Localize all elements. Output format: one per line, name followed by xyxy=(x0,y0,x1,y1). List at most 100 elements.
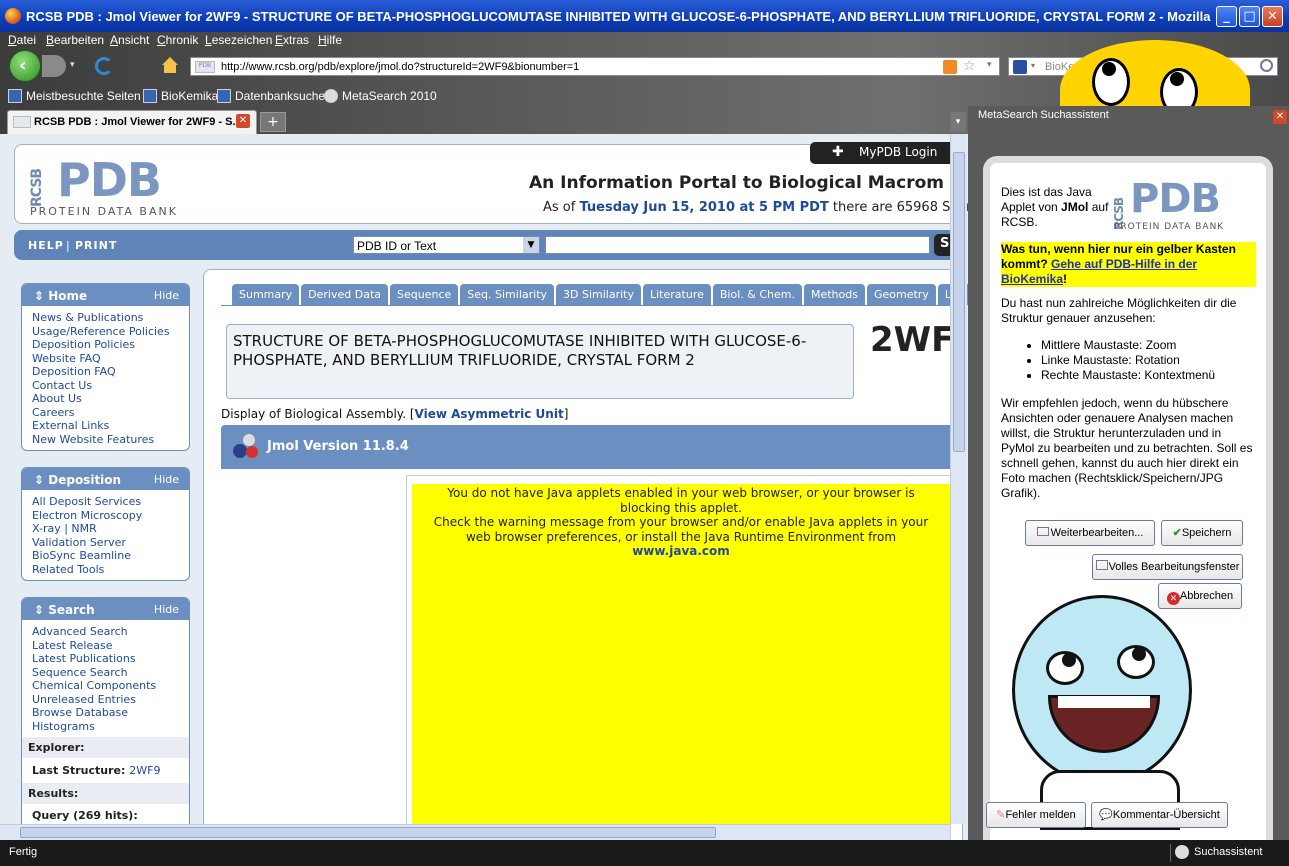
comments-overview-button[interactable]: 💬Kommentar-Übersicht xyxy=(1091,802,1228,828)
nav-link[interactable]: All Deposit Services xyxy=(32,495,189,509)
status-assistant[interactable]: Suchassistent xyxy=(1194,846,1262,858)
last-structure-link[interactable]: 2WF9 xyxy=(129,764,160,777)
bookmark-star-icon[interactable]: ☆ xyxy=(963,58,976,74)
bookmark-meistbesuchte[interactable]: Meistbesuchte Seiten xyxy=(8,89,141,103)
panel-intro-line: Dies ist das Java xyxy=(1001,185,1092,199)
nav-link[interactable]: Website FAQ xyxy=(32,352,189,366)
url-text: http://www.rcsb.org/pdb/explore/jmol.do?… xyxy=(221,61,580,73)
nav-link[interactable]: Sequence Search xyxy=(32,666,189,680)
search-engine-icon[interactable] xyxy=(1013,60,1027,74)
history-dropdown-icon[interactable]: ▾ xyxy=(70,60,80,70)
browser-tab[interactable]: RCSB PDB : Jmol Viewer for 2WF9 - S... ✕ xyxy=(7,110,257,134)
search-type-select[interactable]: PDB ID or Text ▼ xyxy=(353,236,540,254)
home-hide-link[interactable]: Hide xyxy=(154,289,179,302)
tab-3d-similarity[interactable]: 3D Similarity xyxy=(556,284,641,305)
horizontal-scroll-thumb[interactable] xyxy=(20,827,716,838)
checkmark-icon: ✔ xyxy=(1172,527,1182,539)
tab-sequence[interactable]: Sequence xyxy=(390,284,459,305)
full-editor-button[interactable]: Volles Bearbeitungsfenster xyxy=(1092,554,1243,580)
url-dropdown-icon[interactable]: ▾ xyxy=(987,60,992,70)
bookmark-page-icon xyxy=(217,89,231,103)
assistant-smiley-icon[interactable] xyxy=(1175,845,1189,859)
panel-mouse-list: Mittlere Maustaste: Zoom Linke Maustaste… xyxy=(1041,338,1261,383)
structure-title: STRUCTURE OF BETA-PHOSPHOGLUCOMUTASE INH… xyxy=(226,324,854,399)
panel-intro: Dies ist das Java Applet von JMol auf RC… xyxy=(1001,185,1111,230)
new-tab-button[interactable]: + xyxy=(260,112,286,132)
tab-seq-similarity[interactable]: Seq. Similarity xyxy=(460,284,555,305)
nav-link[interactable]: Unreleased Entries xyxy=(32,693,189,707)
nav-link[interactable]: Contact Us xyxy=(32,379,189,393)
tab-geometry[interactable]: Geometry xyxy=(866,284,936,305)
nav-link[interactable]: Advanced Search xyxy=(32,625,189,639)
nav-link[interactable]: Deposition Policies xyxy=(32,338,189,352)
nav-link[interactable]: Histograms xyxy=(32,720,189,734)
nav-link[interactable]: Validation Server xyxy=(32,536,189,550)
nav-link[interactable]: BioSync Beamline xyxy=(32,549,189,563)
nav-link[interactable]: X-ray | NMR xyxy=(32,522,189,536)
sidebar-close-icon[interactable]: ✕ xyxy=(1273,110,1287,124)
tab-biol-chem[interactable]: Biol. & Chem. xyxy=(712,284,802,305)
tab-favicon-icon xyxy=(13,116,31,128)
url-bar[interactable]: PDB http://www.rcsb.org/pdb/explore/jmol… xyxy=(190,57,1000,76)
menu-datei[interactable]: Datei xyxy=(8,33,36,47)
deposition-hide-link[interactable]: Hide xyxy=(154,473,179,486)
nav-link[interactable]: News & Publications xyxy=(32,311,189,325)
help-link[interactable]: HELP xyxy=(28,239,64,252)
deposition-links: All Deposit Services Electron Microscopy… xyxy=(22,490,189,580)
nav-link[interactable]: Browse Database xyxy=(32,706,189,720)
nav-link[interactable]: Deposition FAQ xyxy=(32,365,189,379)
nav-link[interactable]: Related Tools xyxy=(32,563,189,577)
results-label: Results: xyxy=(22,783,189,804)
menu-extras[interactable]: Extras xyxy=(275,33,309,47)
search-hide-link[interactable]: Hide xyxy=(154,603,179,616)
vertical-scroll-thumb[interactable] xyxy=(953,152,965,452)
nav-link[interactable]: External Links xyxy=(32,419,189,433)
search-magnifier-icon[interactable] xyxy=(1260,59,1273,72)
nav-link[interactable]: Careers xyxy=(32,406,189,420)
nav-link[interactable]: Electron Microscopy xyxy=(32,509,189,523)
bookmark-metasearch[interactable]: MetaSearch 2010 xyxy=(324,89,437,103)
menu-lesezeichen[interactable]: Lesezeichen xyxy=(205,33,272,47)
report-error-button[interactable]: ✎Fehler melden xyxy=(986,802,1086,828)
tab-summary[interactable]: Summary xyxy=(232,284,300,305)
tab-literature[interactable]: Literature xyxy=(643,284,711,305)
page-horizontal-scrollbar[interactable] xyxy=(0,824,950,840)
home-icon[interactable] xyxy=(160,57,180,75)
rss-icon[interactable] xyxy=(943,60,957,74)
nav-link[interactable]: New Website Features xyxy=(32,433,189,447)
menu-bearbeiten[interactable]: Bearbeiten xyxy=(46,33,104,47)
forward-button[interactable] xyxy=(42,55,66,77)
save-button[interactable]: ✔Speichern xyxy=(1161,520,1243,546)
reload-icon[interactable] xyxy=(95,57,113,75)
bookmark-biokemika[interactable]: BioKemika xyxy=(143,89,218,103)
back-button[interactable]: ‹ xyxy=(9,50,41,82)
search-type-value: PDB ID or Text xyxy=(357,239,437,253)
nav-link[interactable]: Usage/Reference Policies xyxy=(32,325,189,339)
nav-link[interactable]: Latest Release xyxy=(32,639,189,653)
panel-logo-main-text: PDB xyxy=(1130,176,1221,222)
continue-editing-button[interactable]: Weiterbearbeiten... xyxy=(1025,520,1155,546)
maximize-button[interactable]: □ xyxy=(1239,6,1260,27)
tab-derived-data[interactable]: Derived Data xyxy=(301,284,389,305)
print-link[interactable]: PRINT xyxy=(75,239,117,252)
menu-ansicht[interactable]: Ansicht xyxy=(110,33,149,47)
mypdb-login-button[interactable]: ✚ MyPDB Login xyxy=(810,142,952,164)
view-asymmetric-unit-link[interactable]: View Asymmetric Unit xyxy=(415,407,564,421)
tab-methods[interactable]: Methods xyxy=(803,284,865,305)
menu-chronik[interactable]: Chronik xyxy=(157,33,198,47)
page-vertical-scrollbar[interactable] xyxy=(950,134,967,824)
menu-hilfe[interactable]: Hilfe xyxy=(318,33,342,47)
nav-link[interactable]: Chemical Components xyxy=(32,679,189,693)
nav-link[interactable]: Latest Publications xyxy=(32,652,189,666)
nav-link[interactable]: About Us xyxy=(32,392,189,406)
pdb-search-input[interactable] xyxy=(545,236,930,254)
minimize-button[interactable]: _ xyxy=(1216,6,1237,27)
search-engine-dropdown-icon[interactable]: ▾ xyxy=(1031,61,1035,70)
bookmark-datenbanksuche[interactable]: Datenbanksuche xyxy=(217,89,325,103)
close-button[interactable]: ✕ xyxy=(1262,6,1283,27)
java-download-link[interactable]: www.java.com xyxy=(422,544,940,559)
tab-close-icon[interactable]: ✕ xyxy=(236,114,250,128)
tab-list-button[interactable]: ▾ xyxy=(950,112,966,132)
panel-paragraph-2: Wir empfehlen jedoch, wenn du hübschere … xyxy=(1001,396,1253,500)
rcsb-vertical-logo-text: RCSB xyxy=(29,168,45,207)
